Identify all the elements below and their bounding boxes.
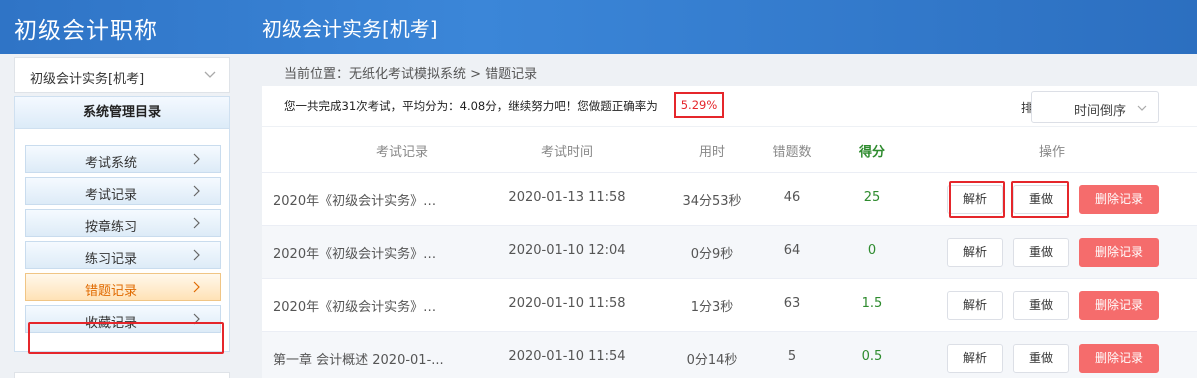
cell-score: 0 <box>867 243 877 258</box>
cell-time: 2020-01-10 11:54 <box>508 349 626 364</box>
cell-time: 2020-01-13 11:58 <box>508 190 626 205</box>
cell-wrong-count: 46 <box>783 190 801 205</box>
breadcrumb-text: 当前位置：无纸化考试模拟系统 > 错题记录 <box>284 67 538 82</box>
chevron-down-icon <box>1137 105 1147 111</box>
sort-select-value: 时间倒序 <box>1074 104 1127 119</box>
top-header: 初级会计职称 初级会计实务[机考] <box>0 0 1197 54</box>
cell-wrong-count: 63 <box>783 296 801 311</box>
sidebar-item-exam-system[interactable]: 考试系统 <box>25 145 221 173</box>
cell-duration: 34分53秒 <box>682 194 742 209</box>
main-content: 当前位置：无纸化考试模拟系统 > 错题记录 您一共完成31次考试，平均分为：4.… <box>262 54 1197 378</box>
analyze-button[interactable]: 解析 <box>947 238 1003 267</box>
app-title: 初级会计职称 <box>14 18 158 44</box>
subject-select-value: 初级会计实务[机考] <box>30 72 145 87</box>
summary-bar: 您一共完成31次考试，平均分为：4.08分，继续努力吧！您做题正确率为 5.29… <box>262 86 1197 126</box>
cell-wrong-count: 5 <box>787 349 797 364</box>
chevron-right-icon <box>193 249 200 261</box>
analyze-highlight <box>949 181 1005 218</box>
accuracy-rate: 5.29% <box>674 92 724 118</box>
chevron-right-icon <box>193 153 200 165</box>
menu-panel: 系统管理目录 考试系统 考试记录 按章练习 练习记录 错题记录 收藏记录 <box>14 96 230 352</box>
redo-button[interactable]: 重做 <box>1013 344 1069 373</box>
chevron-right-icon <box>193 217 200 229</box>
cell-score: 0.5 <box>861 349 883 364</box>
sidebar: 初级会计实务[机考] 系统管理目录 考试系统 考试记录 按章练习 练习记录 错题… <box>0 54 243 378</box>
delete-record-button[interactable]: 删除记录 <box>1079 185 1159 214</box>
analyze-button[interactable]: 解析 <box>947 291 1003 320</box>
sidebar-bottom-panel <box>14 372 230 378</box>
cell-duration: 1分3秒 <box>690 300 734 315</box>
sidebar-item-label: 错题记录 <box>84 284 137 299</box>
header-time: 考试时间 <box>540 145 593 160</box>
subject-select[interactable]: 初级会计实务[机考] <box>14 57 230 93</box>
sidebar-item-label: 考试记录 <box>84 188 137 203</box>
delete-record-button[interactable]: 删除记录 <box>1079 344 1159 373</box>
table-header: 考试记录 考试时间 用时 错题数 得分 操作 <box>262 127 1197 173</box>
menu-title: 系统管理目录 <box>15 97 229 129</box>
sidebar-item-label: 练习记录 <box>84 252 137 267</box>
cell-score: 1.5 <box>861 296 883 311</box>
cell-time: 2020-01-10 12:04 <box>508 243 626 258</box>
cell-record: 2020年《初级会计实务》… <box>273 300 437 315</box>
cell-record: 2020年《初级会计实务》… <box>273 194 437 209</box>
sort-select[interactable]: 时间倒序 <box>1031 91 1159 123</box>
header-duration: 用时 <box>698 145 725 160</box>
sidebar-item-label: 考试系统 <box>84 156 137 171</box>
delete-record-button[interactable]: 删除记录 <box>1079 238 1159 267</box>
sidebar-item-chapter-practice[interactable]: 按章练习 <box>25 209 221 237</box>
header-action: 操作 <box>1038 145 1065 160</box>
active-item-highlight <box>28 322 224 354</box>
table-row: 2020年《初级会计实务》… 2020-01-10 11:58 1分3秒 63 … <box>262 279 1197 332</box>
table-row: 2020年《初级会计实务》… 2020-01-13 11:58 34分53秒 4… <box>262 173 1197 226</box>
chevron-down-icon <box>204 71 216 78</box>
redo-highlight <box>1011 181 1069 218</box>
cell-record: 第一章 会计概述 2020-01-... <box>273 353 444 368</box>
cell-duration: 0分14秒 <box>686 353 738 368</box>
redo-button[interactable]: 重做 <box>1013 291 1069 320</box>
sidebar-item-wrong-records[interactable]: 错题记录 <box>25 273 221 301</box>
analyze-button[interactable]: 解析 <box>947 344 1003 373</box>
redo-button[interactable]: 重做 <box>1013 238 1069 267</box>
summary-text: 您一共完成31次考试，平均分为：4.08分，继续努力吧！您做题正确率为 <box>284 99 658 113</box>
delete-record-button[interactable]: 删除记录 <box>1079 291 1159 320</box>
header-score: 得分 <box>858 145 885 160</box>
sidebar-item-exam-records[interactable]: 考试记录 <box>25 177 221 205</box>
chevron-right-icon <box>193 281 200 293</box>
cell-score: 25 <box>863 190 881 205</box>
header-wrong-count: 错题数 <box>772 145 812 160</box>
cell-time: 2020-01-10 11:58 <box>508 296 626 311</box>
page-heading: 初级会计实务[机考] <box>262 17 438 41</box>
table-row: 2020年《初级会计实务》… 2020-01-10 12:04 0分9秒 64 … <box>262 226 1197 279</box>
breadcrumb: 当前位置：无纸化考试模拟系统 > 错题记录 <box>262 54 1197 86</box>
sidebar-item-label: 按章练习 <box>84 220 137 235</box>
chevron-right-icon <box>193 185 200 197</box>
sidebar-item-practice-records[interactable]: 练习记录 <box>25 241 221 269</box>
table-row: 第一章 会计概述 2020-01-... 2020-01-10 11:54 0分… <box>262 332 1197 378</box>
cell-record: 2020年《初级会计实务》… <box>273 247 437 262</box>
header-record: 考试记录 <box>375 145 428 160</box>
cell-duration: 0分9秒 <box>690 247 734 262</box>
cell-wrong-count: 64 <box>783 243 801 258</box>
